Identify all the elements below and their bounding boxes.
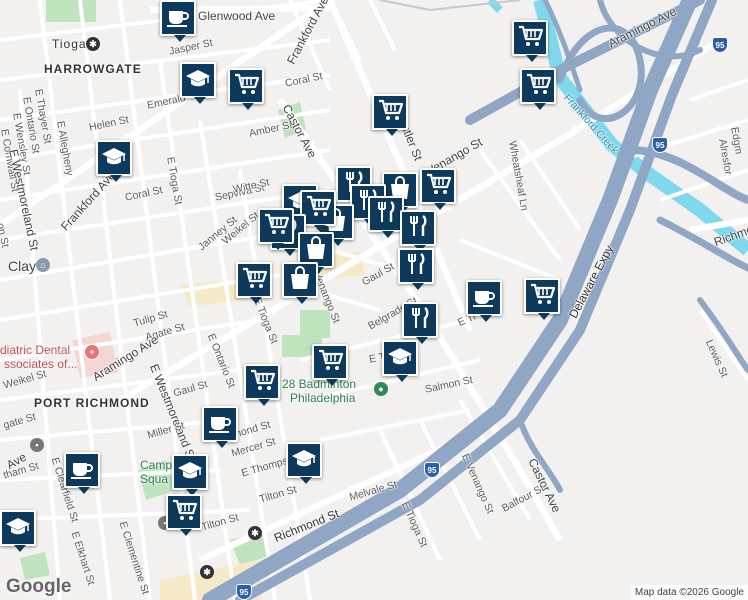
map-canvas[interactable]: Tioga HARROWGATE PORT RICHMOND ✱ Glenwoo… [0,0,748,600]
marker-restaurant[interactable] [402,302,438,344]
marker-grocery[interactable] [312,344,348,386]
badminton-poi-icon[interactable]: ● [374,382,388,396]
graduation-cap-icon [5,514,31,543]
transit-station-icon[interactable]: ✱ [200,565,214,579]
graduation-cap-icon [185,66,211,95]
marker-cafe[interactable] [466,280,502,322]
marker-cafe[interactable] [64,452,100,494]
marker-grocery[interactable] [420,168,456,210]
fork-knife-icon [405,214,431,243]
interstate-95-shield: 95 [424,462,440,478]
transit-station-icon[interactable]: ✱ [248,526,262,540]
transit-station-icon[interactable]: ▪ [30,438,44,452]
graduation-cap-icon [177,458,203,487]
medical-poi-icon[interactable]: + [84,344,100,360]
map-base-layer [0,0,748,600]
poi-label-campbell-line1[interactable]: Camp [140,458,172,472]
street-label-glenwood-ave: Glenwood Ave [198,9,276,23]
marker-grocery[interactable] [512,20,548,62]
poi-label-badminton-line2[interactable]: Philadelphia [290,391,355,405]
graduation-cap-icon [291,446,317,475]
interstate-95-shield: 95 [712,37,728,53]
marker-restaurant[interactable] [368,196,404,238]
marker-grocery[interactable] [236,262,272,304]
marker-cafe[interactable] [160,0,196,42]
marker-grocery[interactable] [524,278,560,320]
marker-shopping[interactable] [282,262,318,304]
marker-school[interactable] [382,340,418,382]
interstate-95-shield: 95 [652,137,668,153]
label-clay: Clay [8,258,37,274]
marker-grocery[interactable] [228,68,264,110]
marker-grocery[interactable] [244,364,280,406]
shopping-cart-icon [425,172,452,201]
interstate-95-shield: 95 [236,584,252,600]
coffee-cup-icon [69,456,95,485]
marker-restaurant[interactable] [398,248,434,290]
shopping-cart-icon [305,194,332,223]
poi-label-campbell-line2[interactable]: Squa [140,472,168,486]
graduation-cap-icon [387,344,413,373]
fork-knife-icon [373,200,399,229]
shopping-cart-icon [517,24,544,53]
marker-grocery[interactable] [166,494,202,536]
marker-school[interactable] [0,510,36,552]
map-attribution[interactable]: Map data ©2026 Google [630,585,748,600]
shopping-cart-icon [171,498,198,527]
marker-school[interactable] [172,454,208,496]
shopping-bag-icon [303,235,329,265]
marker-school[interactable] [96,140,132,182]
shopping-cart-icon [377,98,404,127]
marker-restaurant[interactable] [400,210,436,252]
shopping-cart-icon [317,348,344,377]
marker-school[interactable] [180,62,216,104]
shopping-cart-icon [249,368,276,397]
fork-knife-icon [407,306,433,335]
coffee-cup-icon [471,284,497,313]
poi-label-dental-line1[interactable]: diatric Dental [0,343,70,357]
shopping-bag-icon [287,265,313,295]
poi-label-dental-line2[interactable]: ssociates of... [4,357,77,371]
fork-knife-icon [403,252,429,281]
marker-grocery[interactable] [372,94,408,136]
marker-grocery[interactable] [520,68,556,110]
shopping-cart-icon [525,72,552,101]
marker-school[interactable] [286,442,322,484]
area-label-port-richmond: PORT RICHMOND [34,396,150,410]
tioga-station-icon: ✱ [86,37,100,51]
shopping-cart-icon [233,72,260,101]
graduation-cap-icon [101,144,127,173]
shopping-cart-icon [241,266,268,295]
coffee-cup-icon [165,4,191,33]
shopping-cart-icon [263,212,290,241]
shopping-cart-icon [529,282,556,311]
marker-cafe[interactable] [202,406,238,448]
coffee-cup-icon [207,410,233,439]
marker-grocery[interactable] [258,208,294,250]
area-label-tioga: Tioga [52,37,87,51]
area-label-harrowgate: HARROWGATE [44,62,142,76]
google-logo: Google [6,576,72,597]
school-poi-icon[interactable]: ⌂ [36,258,50,272]
